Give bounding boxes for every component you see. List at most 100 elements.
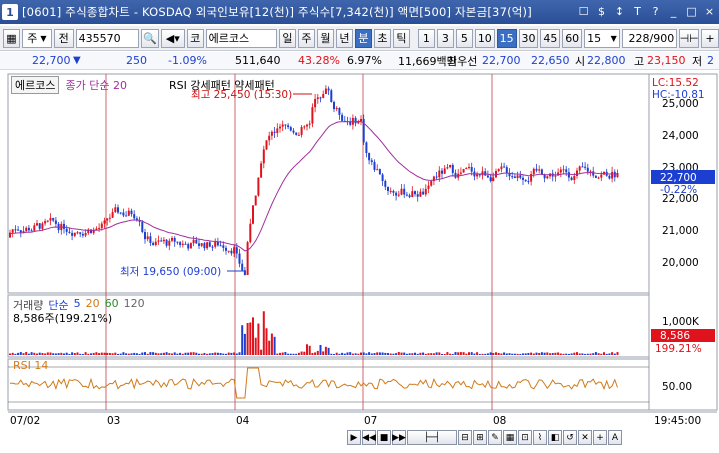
volume-bar bbox=[370, 353, 373, 355]
candle-body bbox=[127, 210, 130, 216]
volume-bar bbox=[327, 347, 330, 355]
volume-bar bbox=[346, 352, 349, 355]
candle-body bbox=[543, 174, 546, 179]
interval-30-button[interactable]: 30 bbox=[518, 28, 539, 48]
shrink-icon[interactable]: ⊟ bbox=[458, 430, 472, 445]
volume-bar bbox=[162, 352, 165, 355]
scroll-right-icon[interactable]: ▶ bbox=[347, 430, 361, 445]
period-tick-button[interactable]: 틱 bbox=[392, 28, 410, 48]
stock-code-input[interactable]: 435570 bbox=[75, 28, 139, 48]
candle-body bbox=[206, 242, 209, 249]
search-icon[interactable]: 🔍 bbox=[140, 28, 159, 48]
candle-body bbox=[19, 230, 22, 233]
volume-bar bbox=[87, 353, 90, 355]
rotate-icon[interactable]: ↺ bbox=[563, 430, 577, 445]
volume-current-pct: 199.21% bbox=[655, 343, 702, 355]
grid-icon[interactable]: ▦ bbox=[503, 430, 517, 445]
chart-area[interactable]: 25,000 24,000 23,000 22,000 21,000 20,00… bbox=[0, 72, 719, 453]
volume-bar bbox=[603, 352, 605, 355]
volume-bar bbox=[44, 353, 47, 355]
settings-icon[interactable]: ▦ bbox=[3, 28, 20, 48]
minimize-button[interactable]: _ bbox=[666, 3, 681, 20]
chart-type-icon[interactable]: ⊞ bbox=[473, 430, 487, 445]
volume-bar bbox=[25, 352, 28, 355]
add-icon[interactable]: + bbox=[593, 430, 607, 445]
color-icon[interactable]: ◧ bbox=[548, 430, 562, 445]
interval-15-button[interactable]: 15 bbox=[496, 28, 517, 48]
volume-legend-p4[interactable]: 120 bbox=[124, 297, 145, 313]
interval-60-button[interactable]: 60 bbox=[562, 28, 583, 48]
candle-body bbox=[279, 126, 281, 129]
volume-bar bbox=[508, 353, 511, 355]
maximize-button[interactable]: □ bbox=[684, 3, 699, 20]
candle-body bbox=[114, 207, 117, 213]
candle-body bbox=[411, 191, 414, 198]
candle-body bbox=[198, 243, 200, 246]
rsi-legend[interactable]: RSI 14 bbox=[13, 359, 48, 372]
candle-body bbox=[106, 218, 109, 221]
volume-bar bbox=[432, 353, 435, 355]
pattern-icon[interactable]: ⌇ bbox=[533, 430, 547, 445]
volume-bar bbox=[252, 317, 254, 355]
forward-icon[interactable]: ▶▶ bbox=[392, 430, 406, 445]
candle-type-icon[interactable]: ⊣⊢ bbox=[679, 28, 700, 48]
chart-svg[interactable]: 25,000 24,000 23,000 22,000 21,000 20,00… bbox=[0, 72, 719, 453]
ma-legend[interactable]: 종가 단순 20 bbox=[65, 77, 126, 93]
volume-bar bbox=[381, 352, 384, 355]
volume-bar bbox=[122, 352, 125, 355]
currency-icon[interactable]: $ bbox=[594, 3, 609, 20]
interval-1-button[interactable]: 1 bbox=[417, 28, 435, 48]
help-icon[interactable]: ? bbox=[648, 3, 663, 20]
candle-body bbox=[519, 175, 522, 178]
volume-bar bbox=[160, 353, 163, 355]
interval-3-button[interactable]: 3 bbox=[436, 28, 454, 48]
draw-tool-icon[interactable]: ✎ bbox=[488, 430, 502, 445]
zoom-slider[interactable]: ├─┤ bbox=[407, 430, 457, 445]
candle-body bbox=[600, 174, 603, 178]
stop-icon[interactable]: ■ bbox=[377, 430, 391, 445]
candle-body bbox=[119, 212, 122, 214]
speaker-icon[interactable]: ◀▾ bbox=[160, 28, 185, 48]
window-layout-icon[interactable]: ☐ bbox=[576, 3, 591, 20]
price-change: 250 bbox=[126, 54, 147, 67]
rsi-tick-label: 50.00 bbox=[662, 381, 692, 393]
volume-bar bbox=[200, 353, 203, 355]
stock-name-tab[interactable]: 에르코스 bbox=[11, 76, 60, 94]
candle-body bbox=[200, 243, 203, 246]
volume-bar bbox=[306, 344, 308, 355]
market-type-button[interactable]: 전 bbox=[53, 28, 74, 48]
volume-bar bbox=[211, 353, 214, 355]
close-button[interactable]: × bbox=[702, 3, 717, 20]
add-indicator-icon[interactable]: + bbox=[701, 28, 719, 48]
interval-5-button[interactable]: 5 bbox=[455, 28, 473, 48]
min-price-label: 최저 19,650 (09:00) bbox=[120, 266, 221, 278]
remove-icon[interactable]: ✕ bbox=[578, 430, 592, 445]
period-minute-button[interactable]: 분 bbox=[354, 28, 372, 48]
period-month-button[interactable]: 월 bbox=[316, 28, 334, 48]
candle-body bbox=[254, 195, 257, 206]
period-day-button[interactable]: 일 bbox=[278, 28, 296, 48]
rewind-icon[interactable]: ◀◀ bbox=[362, 430, 376, 445]
candle-body bbox=[397, 194, 400, 196]
period-second-button[interactable]: 초 bbox=[373, 28, 391, 48]
interval-10-button[interactable]: 10 bbox=[474, 28, 495, 48]
period-week-button[interactable]: 주 bbox=[297, 28, 315, 48]
layout-icon[interactable]: ⊡ bbox=[518, 430, 532, 445]
volume-bar bbox=[351, 353, 354, 355]
interval-45-button[interactable]: 45 bbox=[540, 28, 561, 48]
market-select[interactable]: 주 ▼ bbox=[22, 28, 52, 48]
volume-bar bbox=[573, 352, 576, 355]
candle-body bbox=[292, 130, 295, 133]
data-count-field[interactable]: 228/900 bbox=[621, 28, 678, 48]
volume-bar bbox=[422, 352, 425, 355]
text-icon[interactable]: T bbox=[630, 3, 645, 20]
candle-body bbox=[492, 177, 495, 181]
indicator-pattern-title[interactable]: RSI 강세패턴 약세패턴 bbox=[169, 77, 275, 93]
resize-icon[interactable]: ↕ bbox=[612, 3, 627, 20]
candle-body bbox=[486, 175, 489, 178]
font-icon[interactable]: A bbox=[608, 430, 622, 445]
exchange-label[interactable]: 코 bbox=[186, 28, 204, 48]
stock-name-field[interactable]: 에르코스 bbox=[205, 28, 277, 48]
interval-select[interactable]: 15 ▼ bbox=[584, 28, 620, 48]
period-year-button[interactable]: 년 bbox=[335, 28, 353, 48]
